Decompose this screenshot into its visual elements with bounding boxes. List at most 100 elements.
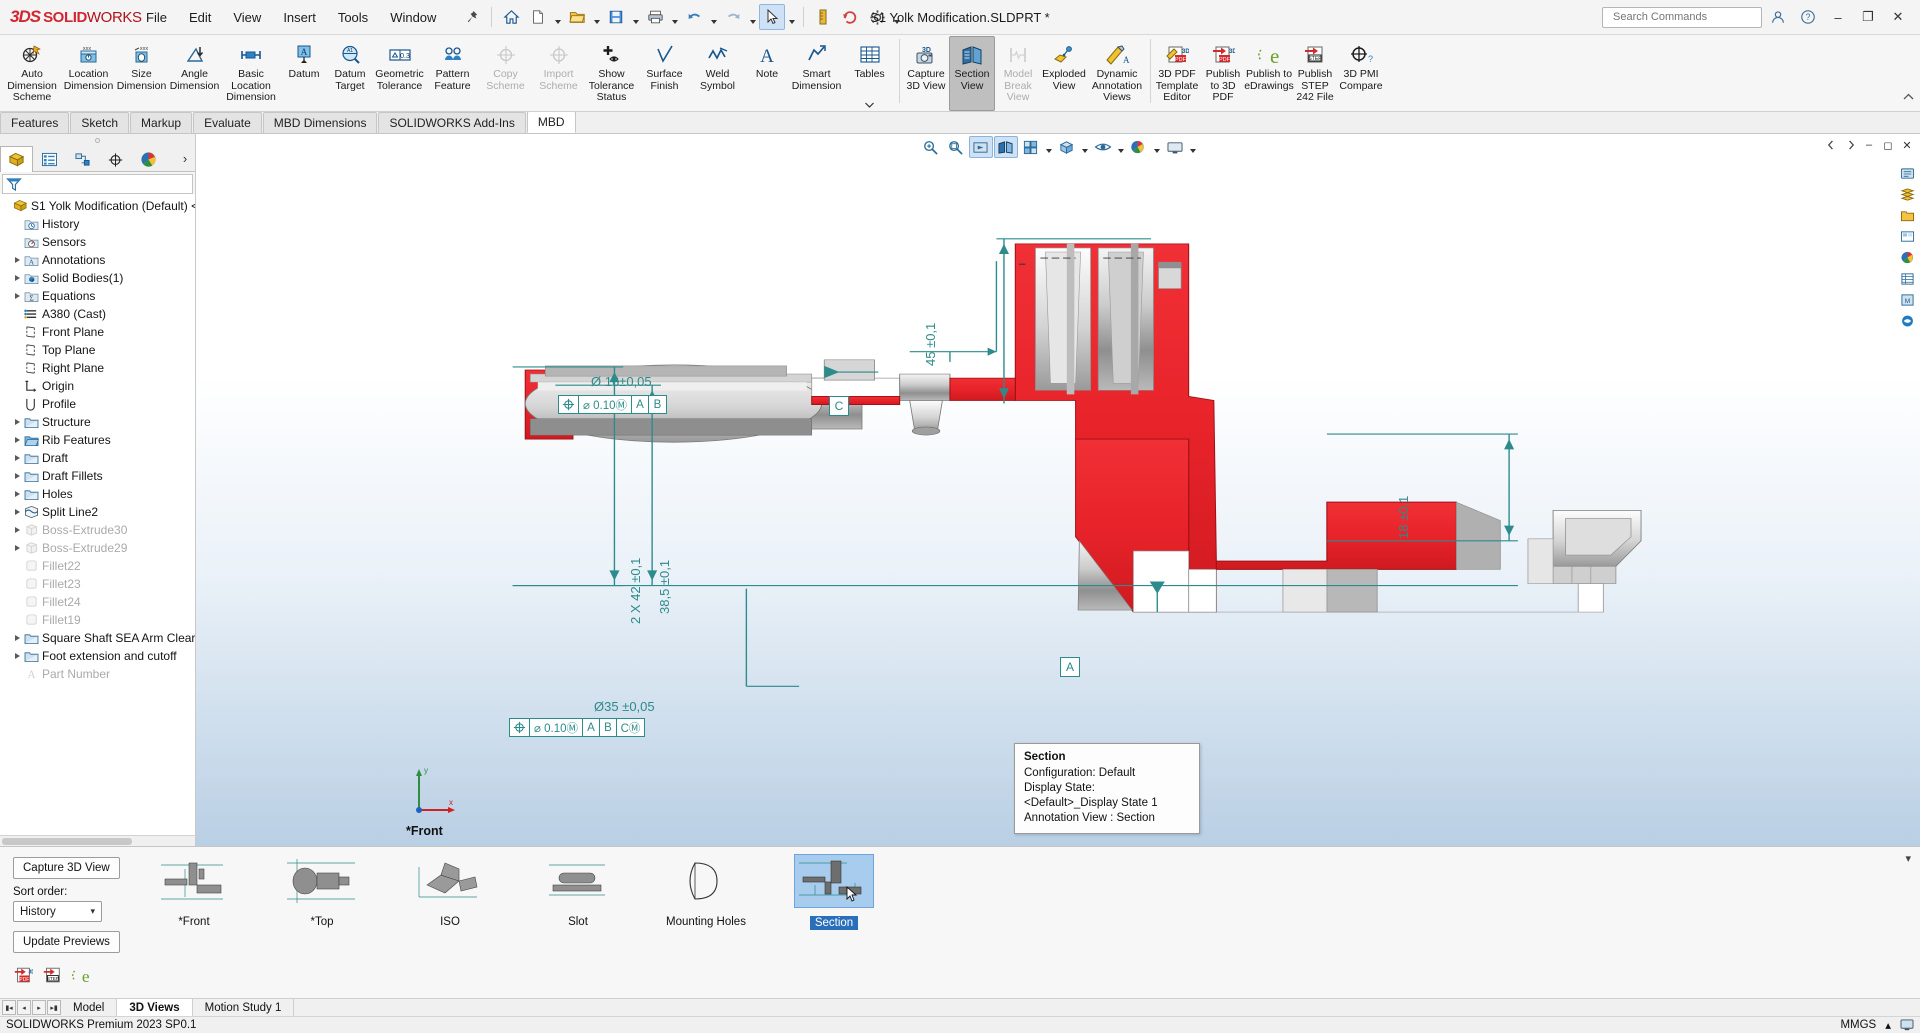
ribbon-section-view[interactable]: Section View	[949, 36, 995, 111]
ribbon-note[interactable]: A Note	[744, 36, 790, 111]
menu-item-insert[interactable]: Insert	[272, 0, 327, 34]
open-document-icon[interactable]	[564, 4, 590, 30]
ribbon-weld-symbol[interactable]: Weld Symbol	[691, 36, 744, 111]
model-view-svg[interactable]	[196, 134, 1920, 846]
menu-item-window[interactable]: Window	[379, 0, 447, 34]
3d-view-thumbnail[interactable]: ISO	[386, 855, 514, 928]
menu-item-edit[interactable]: Edit	[178, 0, 222, 34]
tree-filter[interactable]	[2, 174, 193, 194]
ribbon-3d-pmi-compare[interactable]: ? 3D PMI Compare	[1338, 36, 1384, 111]
rebuild-icon[interactable]	[837, 4, 863, 30]
undo-icon[interactable]	[681, 4, 707, 30]
settings-gear-icon[interactable]	[864, 4, 890, 30]
save-dropdown[interactable]	[630, 4, 641, 30]
tab-mbd-dimensions[interactable]: MBD Dimensions	[263, 112, 378, 133]
tree-item-right-plane[interactable]: Right Plane	[0, 359, 195, 377]
save-icon[interactable]	[603, 4, 629, 30]
graphics-minimize-icon[interactable]: –	[1860, 136, 1878, 154]
section-view-toggle-icon[interactable]	[994, 136, 1018, 158]
tree-item-rib-features[interactable]: Rib Features	[0, 431, 195, 449]
expand-arrow-icon[interactable]	[11, 509, 23, 515]
dimxpert-manager-tab[interactable]	[99, 146, 132, 172]
taskpane-design-library-icon[interactable]	[1896, 185, 1918, 205]
last-tab-icon[interactable]: ▸▮	[47, 1000, 61, 1015]
feature-manager-tab[interactable]	[0, 146, 33, 172]
tree-item-boss-extrude30[interactable]: Boss-Extrude30	[0, 521, 195, 539]
3d-view-thumbnail[interactable]: *Top	[258, 855, 386, 928]
ribbon-smart-dimension[interactable]: Smart Dimension	[790, 36, 843, 111]
ribbon-show-tolerance-status[interactable]: Show Tolerance Status	[585, 36, 638, 111]
collapse-3d-views-icon[interactable]: ▾	[1905, 852, 1911, 865]
apply-scene-dropdown[interactable]	[1188, 136, 1198, 158]
ribbon-auto-dimension-scheme[interactable]: Auto Dimension Scheme	[2, 36, 62, 111]
graphics-area[interactable]: – ◻ ✕ M	[196, 134, 1920, 846]
menu-item-view[interactable]: View	[222, 0, 272, 34]
tree-item-draft[interactable]: Draft	[0, 449, 195, 467]
print-icon[interactable]	[642, 4, 668, 30]
tab-features[interactable]: Features	[0, 112, 69, 133]
display-style-dropdown[interactable]	[1080, 136, 1090, 158]
tree-item-sensors[interactable]: Sensors	[0, 233, 195, 251]
measure-icon[interactable]	[810, 4, 836, 30]
tree-horizontal-scrollbar[interactable]	[0, 835, 195, 846]
menu-item-tools[interactable]: Tools	[327, 0, 379, 34]
search-input[interactable]	[1611, 10, 1757, 24]
view-orientation-dropdown[interactable]	[1044, 136, 1054, 158]
dimension-38-5[interactable]: 38,5 ±0,1	[657, 560, 672, 614]
graphics-maximize-icon[interactable]: ◻	[1879, 136, 1897, 154]
ribbon-datum-target[interactable]: A1 Datum Target	[327, 36, 373, 111]
previous-view-icon[interactable]	[969, 136, 993, 158]
search-commands[interactable]	[1602, 7, 1762, 28]
select-cursor-icon[interactable]	[759, 4, 785, 30]
ribbon-import-scheme[interactable]: Import Scheme	[532, 36, 585, 111]
tree-item-structure[interactable]: Structure	[0, 413, 195, 431]
taskpane-appearances-icon[interactable]	[1896, 248, 1918, 268]
ribbon-basic-location-dimension[interactable]: Basic Location Dimension	[221, 36, 281, 111]
ribbon-capture-3d-view[interactable]: 3D Capture 3D View	[903, 36, 949, 111]
expand-arrow-icon[interactable]	[11, 473, 23, 479]
undo-dropdown[interactable]	[708, 4, 719, 30]
expand-arrow-icon[interactable]	[11, 437, 23, 443]
tab-mbd[interactable]: MBD	[527, 111, 576, 133]
ribbon-publish-to-3d-pdf[interactable]: 3DPDF Publish to 3D PDF	[1200, 36, 1246, 111]
user-account-icon[interactable]	[1764, 5, 1792, 29]
tree-item-fillet19[interactable]: Fillet19	[0, 611, 195, 629]
3d-view-thumbnail-section[interactable]: Section	[770, 855, 898, 930]
expand-arrow-icon[interactable]	[11, 653, 23, 659]
dimension-18[interactable]: 18 ±0,1	[1396, 496, 1411, 539]
redo-dropdown[interactable]	[747, 4, 758, 30]
publish-step-icon[interactable]: STEP	[42, 966, 62, 985]
taskpane-file-explorer-icon[interactable]	[1896, 206, 1918, 226]
units-indicator[interactable]: MMGS	[1840, 1019, 1876, 1031]
open-document-dropdown[interactable]	[591, 4, 602, 30]
bottom-tab-model[interactable]: Model	[61, 999, 117, 1016]
minimize-button[interactable]: –	[1824, 5, 1852, 29]
tree-item-s1-yolk-modification-default-default[interactable]: S1 Yolk Modification (Default) <<Default	[0, 197, 195, 215]
tree-item-square-shaft-sea-arm-clearance[interactable]: Square Shaft SEA Arm Clearance	[0, 629, 195, 647]
next-tab-icon[interactable]: ▸	[32, 1000, 46, 1015]
zoom-to-area-icon[interactable]	[944, 136, 968, 158]
tree-item-part-number[interactable]: APart Number	[0, 665, 195, 683]
tree-item-fillet22[interactable]: Fillet22	[0, 557, 195, 575]
dimension-dia-35[interactable]: Ø35 ±0,05	[594, 699, 655, 714]
expand-arrow-icon[interactable]	[11, 635, 23, 641]
datum-feature-c[interactable]: C	[829, 396, 849, 416]
ribbon-dynamic-annotation-views[interactable]: A Dynamic Annotation Views	[1087, 36, 1147, 111]
edit-appearance-icon[interactable]	[1127, 136, 1151, 158]
new-document-icon[interactable]	[525, 4, 551, 30]
feature-tree[interactable]: S1 Yolk Modification (Default) <<Default…	[0, 194, 195, 835]
expand-arrow-icon[interactable]	[11, 293, 23, 299]
manager-tabs-overflow[interactable]: ›	[175, 146, 195, 171]
home-icon[interactable]	[498, 4, 524, 30]
ribbon-pin-icon[interactable]	[1903, 93, 1914, 101]
hide-show-items-icon[interactable]	[1091, 136, 1115, 158]
bottom-tab-motion-study[interactable]: Motion Study 1	[193, 999, 295, 1016]
tree-item-fillet24[interactable]: Fillet24	[0, 593, 195, 611]
ribbon-copy-scheme[interactable]: Copy Scheme	[479, 36, 532, 111]
select-dropdown[interactable]	[786, 4, 797, 30]
tree-item-history[interactable]: History	[0, 215, 195, 233]
expand-arrow-icon[interactable]	[11, 491, 23, 497]
prev-tab-icon[interactable]: ◂	[17, 1000, 31, 1015]
tree-item-split-line2[interactable]: Split Line2	[0, 503, 195, 521]
tab-solidworks-add-ins[interactable]: SOLIDWORKS Add-Ins	[378, 112, 525, 133]
